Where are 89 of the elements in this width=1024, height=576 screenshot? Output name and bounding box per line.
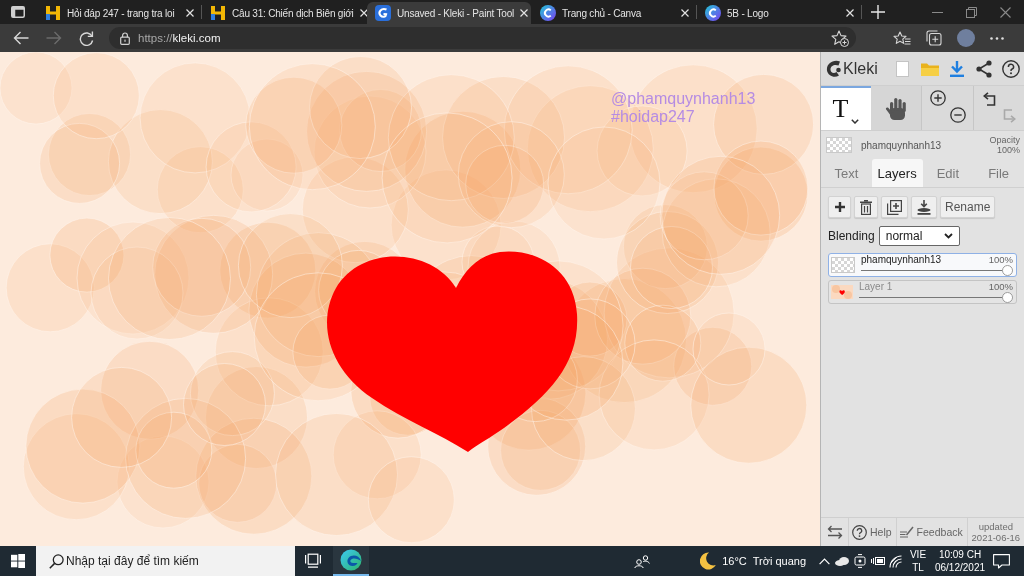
canvas-text: @phamquynhanh13 bbox=[611, 90, 756, 108]
clock-date[interactable]: 06/12/2021 bbox=[934, 561, 986, 574]
layer-item[interactable]: Layer 1 100% bbox=[828, 280, 1017, 304]
layer-name: Layer 1 bbox=[859, 281, 893, 292]
search-field[interactable]: Nhập tại đây để tìm kiếm bbox=[36, 546, 295, 576]
delete-layer-button[interactable] bbox=[854, 196, 878, 218]
layer-name: phamquynhanh13 bbox=[861, 139, 942, 151]
people-icon[interactable] bbox=[634, 554, 651, 568]
duplicate-icon bbox=[887, 199, 902, 215]
merge-layer-button[interactable] bbox=[911, 196, 937, 218]
zoom-out-icon[interactable] bbox=[949, 107, 966, 123]
help-icon[interactable] bbox=[1001, 59, 1020, 78]
chevron-down-icon bbox=[943, 233, 953, 239]
help-icon bbox=[852, 524, 867, 540]
feedback-icon bbox=[899, 526, 914, 538]
minimize-icon[interactable] bbox=[932, 11, 943, 13]
layer-thumbnail bbox=[831, 285, 853, 299]
camera-icon[interactable] bbox=[854, 554, 866, 568]
zoom-in-icon[interactable] bbox=[929, 90, 946, 106]
slider-thumb[interactable] bbox=[1002, 292, 1013, 303]
blending-select[interactable]: normal bbox=[878, 226, 960, 246]
back-icon[interactable] bbox=[12, 31, 29, 45]
collections-icon[interactable] bbox=[926, 30, 942, 46]
circle-logo-icon bbox=[540, 5, 556, 21]
tab-actions-icon[interactable] bbox=[11, 6, 25, 18]
trash-icon bbox=[860, 199, 872, 215]
language-code[interactable]: VIE bbox=[909, 548, 927, 561]
updated-date: 2021-06-16 bbox=[971, 532, 1021, 543]
hand-icon bbox=[885, 97, 907, 121]
profile-avatar-icon[interactable] bbox=[957, 29, 975, 47]
download-icon[interactable] bbox=[949, 60, 964, 77]
browser-tab[interactable]: 5B - Logo bbox=[697, 2, 861, 24]
lock-icon[interactable] bbox=[120, 31, 130, 45]
browser-tab[interactable]: Unsaved - Kleki - Paint Tool bbox=[367, 2, 531, 24]
restore-icon[interactable] bbox=[966, 6, 977, 18]
plus-icon bbox=[834, 202, 845, 212]
hand-tool-button[interactable] bbox=[871, 86, 921, 130]
temperature: 16°C bbox=[722, 555, 747, 567]
circle-logo-icon bbox=[705, 5, 721, 21]
opacity-label: Opacity bbox=[989, 135, 1020, 145]
opacity-value: 100% bbox=[996, 145, 1020, 155]
cloud-icon[interactable] bbox=[834, 556, 850, 566]
bar-logo-icon bbox=[45, 5, 61, 21]
chevron-up-icon[interactable] bbox=[818, 557, 830, 565]
layer-thumbnail bbox=[831, 257, 855, 273]
merge-down-icon bbox=[917, 199, 931, 215]
layer-thumbnail bbox=[826, 137, 852, 153]
layer-name: phamquynhanh13 bbox=[861, 254, 942, 265]
app-logo-text: Kleki bbox=[843, 59, 878, 78]
notification-icon[interactable] bbox=[992, 553, 1010, 569]
duplicate-layer-button[interactable] bbox=[881, 196, 908, 218]
canvas-text: #hoidap247 bbox=[611, 108, 695, 126]
more-icon[interactable] bbox=[990, 36, 1004, 40]
windows-logo-icon[interactable] bbox=[11, 554, 25, 568]
add-layer-button[interactable] bbox=[828, 196, 851, 218]
keyboard-layout[interactable]: TL bbox=[912, 561, 924, 574]
favorites-icon[interactable] bbox=[893, 30, 911, 46]
wifi-icon[interactable] bbox=[889, 554, 903, 568]
layer-opacity: 100% bbox=[988, 281, 1013, 292]
browser-tab[interactable]: Trang chủ - Canva bbox=[532, 2, 696, 24]
reload-icon[interactable] bbox=[79, 30, 94, 46]
layer-item[interactable]: phamquynhanh13 100% bbox=[828, 253, 1017, 277]
text-tool-button[interactable]: T bbox=[821, 86, 871, 130]
slider-thumb[interactable] bbox=[1002, 265, 1013, 276]
bar-logo-icon bbox=[210, 5, 226, 21]
clock-time[interactable]: 10:09 CH bbox=[938, 548, 982, 561]
caret-icon[interactable] bbox=[851, 119, 860, 124]
updated-label: updated bbox=[978, 521, 1014, 532]
plus-icon[interactable] bbox=[871, 5, 885, 19]
swirl-app-icon bbox=[340, 549, 362, 571]
moon-icon[interactable] bbox=[700, 552, 717, 570]
layer-opacity: 100% bbox=[988, 254, 1013, 265]
swirl-logo-icon bbox=[375, 5, 391, 21]
battery-icon[interactable] bbox=[870, 556, 886, 566]
browser-tab[interactable]: Hỏi đáp 247 - trang tra loi bbox=[37, 2, 201, 24]
search-icon bbox=[49, 554, 64, 569]
weather-condition: Trời quang bbox=[752, 555, 806, 567]
favorite-star-icon[interactable] bbox=[831, 29, 849, 47]
swap-icon[interactable] bbox=[826, 525, 843, 539]
rename-button[interactable]: Rename bbox=[940, 196, 996, 218]
task-view-icon bbox=[305, 552, 321, 568]
blending-label: Blending bbox=[828, 229, 875, 243]
undo-icon[interactable] bbox=[982, 92, 996, 106]
panel-tab[interactable]: Layers bbox=[871, 159, 923, 187]
taskbar-app-button[interactable] bbox=[333, 546, 369, 576]
browser-tab[interactable]: Câu 31: Chiến dịch Biên giới bbox=[202, 2, 366, 24]
swirl-logo-icon[interactable] bbox=[825, 59, 842, 78]
share-icon[interactable] bbox=[975, 59, 992, 78]
address-field[interactable]: https://kleki.com bbox=[109, 27, 856, 49]
